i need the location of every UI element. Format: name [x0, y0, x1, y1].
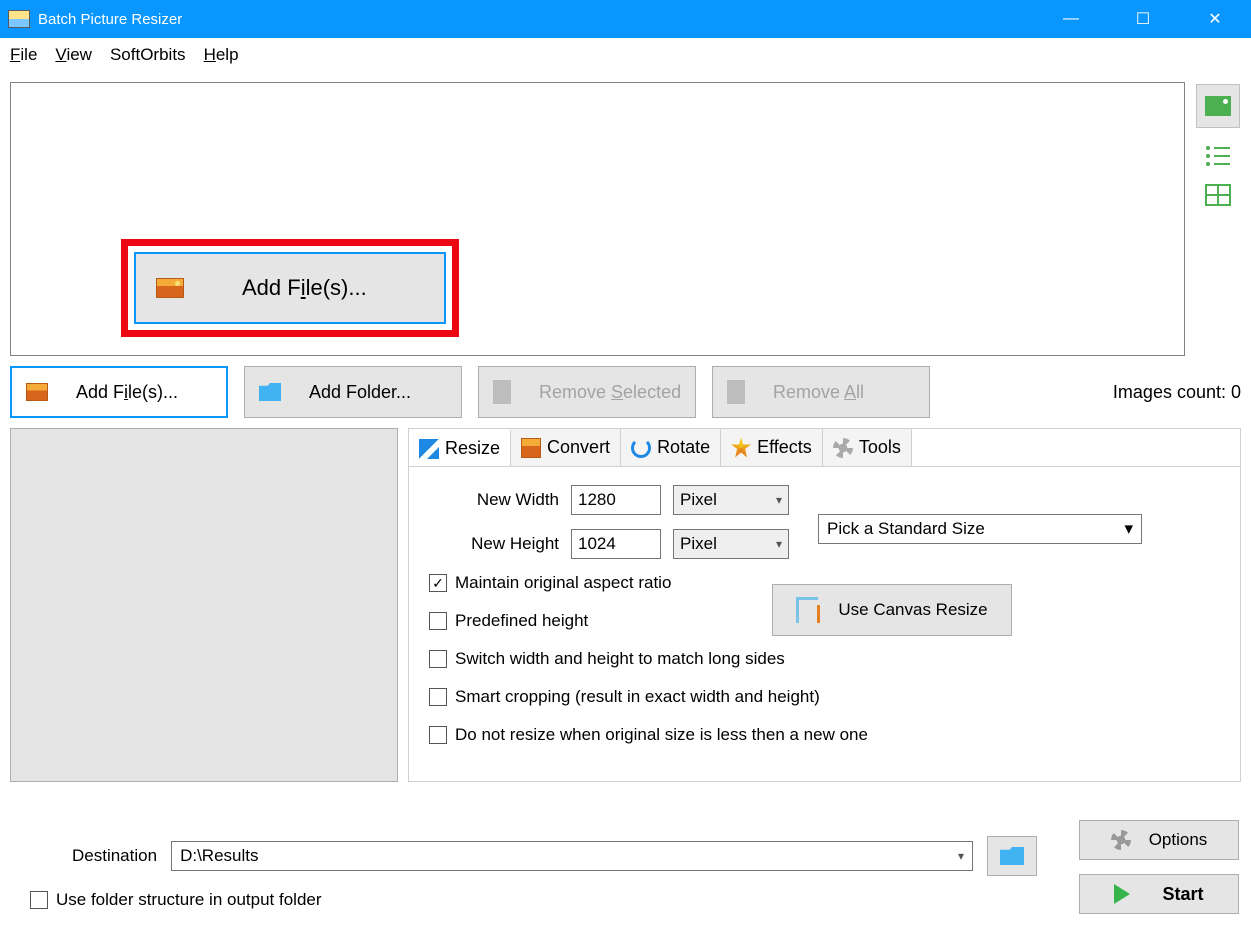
chevron-down-icon: ▾: [1124, 519, 1133, 539]
thumbnails-icon: [1205, 96, 1231, 116]
tab-rotate[interactable]: Rotate: [621, 429, 721, 466]
add-folder-button[interactable]: Add Folder...: [244, 366, 462, 418]
add-files-big-label: Add File(s)...: [242, 275, 367, 301]
remove-all-label: Remove All: [773, 382, 864, 403]
tab-resize[interactable]: Resize: [409, 429, 511, 466]
rotate-icon: [631, 438, 651, 458]
remove-selected-button[interactable]: Remove Selected: [478, 366, 696, 418]
tab-strip: Resize Convert Rotate Effects Tools: [409, 429, 1240, 467]
picture-icon: [26, 383, 48, 401]
chevron-down-icon: ▾: [776, 537, 782, 551]
menu-file[interactable]: File: [10, 45, 37, 65]
titlebar: Batch Picture Resizer — ☐ ✕: [0, 0, 1251, 38]
new-width-label: New Width: [429, 490, 559, 510]
tab-tools[interactable]: Tools: [823, 429, 912, 466]
view-grid-button[interactable]: [1205, 184, 1231, 206]
checkbox-icon: [30, 891, 48, 909]
action-button-row: Add File(s)... Add Folder... Remove Sele…: [10, 366, 1241, 418]
canvas-resize-button[interactable]: Use Canvas Resize: [772, 584, 1012, 636]
tools-icon: [833, 438, 853, 458]
resize-icon: [419, 439, 439, 459]
options-button[interactable]: Options: [1079, 820, 1239, 860]
view-list-button[interactable]: [1206, 146, 1230, 166]
checkbox-icon: [429, 688, 447, 706]
new-width-input[interactable]: [571, 485, 661, 515]
standard-size-select[interactable]: Pick a Standard Size ▾: [818, 514, 1142, 544]
checkbox-icon: [429, 650, 447, 668]
canvas-icon: [796, 597, 818, 623]
picture-icon: [156, 278, 184, 298]
checkbox-icon: [429, 726, 447, 744]
remove-selected-label: Remove Selected: [539, 382, 681, 403]
convert-icon: [521, 438, 541, 458]
app-title: Batch Picture Resizer: [38, 11, 182, 28]
new-height-input[interactable]: [571, 529, 661, 559]
menubar: File View SoftOrbits Help: [0, 38, 1251, 72]
remove-all-icon: [727, 380, 745, 404]
close-button[interactable]: ✕: [1179, 0, 1251, 38]
switch-check[interactable]: Switch width and height to match long si…: [429, 649, 1220, 669]
images-count: Images count: 0: [1113, 382, 1241, 403]
browse-button[interactable]: [987, 836, 1037, 876]
destination-input[interactable]: D:\Results ▾: [171, 841, 973, 871]
add-files-button[interactable]: Add File(s)...: [10, 366, 228, 418]
new-height-label: New Height: [429, 534, 559, 554]
remove-icon: [493, 380, 511, 404]
chevron-down-icon: ▾: [776, 493, 782, 507]
add-folder-label: Add Folder...: [309, 382, 411, 403]
preview-panel: [10, 428, 398, 782]
list-icon: [1206, 146, 1230, 166]
grid-icon: [1205, 184, 1231, 206]
checkbox-icon: [429, 612, 447, 630]
start-button[interactable]: Start: [1079, 874, 1239, 914]
no-resize-check[interactable]: Do not resize when original size is less…: [429, 725, 1220, 745]
bottom-bar: Destination D:\Results ▾ Use folder stru…: [0, 820, 1251, 928]
add-files-big-button[interactable]: Add File(s)...: [134, 252, 446, 324]
gear-icon: [1111, 830, 1131, 850]
add-files-label: Add File(s)...: [76, 382, 178, 403]
tab-effects[interactable]: Effects: [721, 429, 823, 466]
app-icon: [8, 10, 30, 28]
maximize-button[interactable]: ☐: [1107, 0, 1179, 38]
add-files-highlight: Add File(s)...: [121, 239, 459, 337]
menu-view[interactable]: View: [55, 45, 92, 65]
view-thumbnails-button[interactable]: [1196, 84, 1240, 128]
tab-convert[interactable]: Convert: [511, 429, 621, 466]
arrow-right-icon: [1114, 884, 1140, 904]
use-folder-structure-check[interactable]: Use folder structure in output folder: [30, 890, 1065, 910]
menu-softorbits[interactable]: SoftOrbits: [110, 45, 186, 65]
minimize-button[interactable]: —: [1035, 0, 1107, 38]
effects-icon: [731, 438, 751, 458]
checkbox-icon: ✓: [429, 574, 447, 592]
chevron-down-icon: ▾: [958, 849, 964, 863]
remove-all-button[interactable]: Remove All: [712, 366, 930, 418]
menu-help[interactable]: Help: [204, 45, 239, 65]
view-switch: [1195, 82, 1241, 356]
width-unit-select[interactable]: Pixel▾: [673, 485, 789, 515]
dropzone[interactable]: Add File(s)...: [10, 82, 1185, 356]
folder-icon: [1000, 847, 1024, 865]
destination-label: Destination: [72, 846, 157, 866]
height-unit-select[interactable]: Pixel▾: [673, 529, 789, 559]
folder-icon: [259, 383, 281, 401]
smart-crop-check[interactable]: Smart cropping (result in exact width an…: [429, 687, 1220, 707]
